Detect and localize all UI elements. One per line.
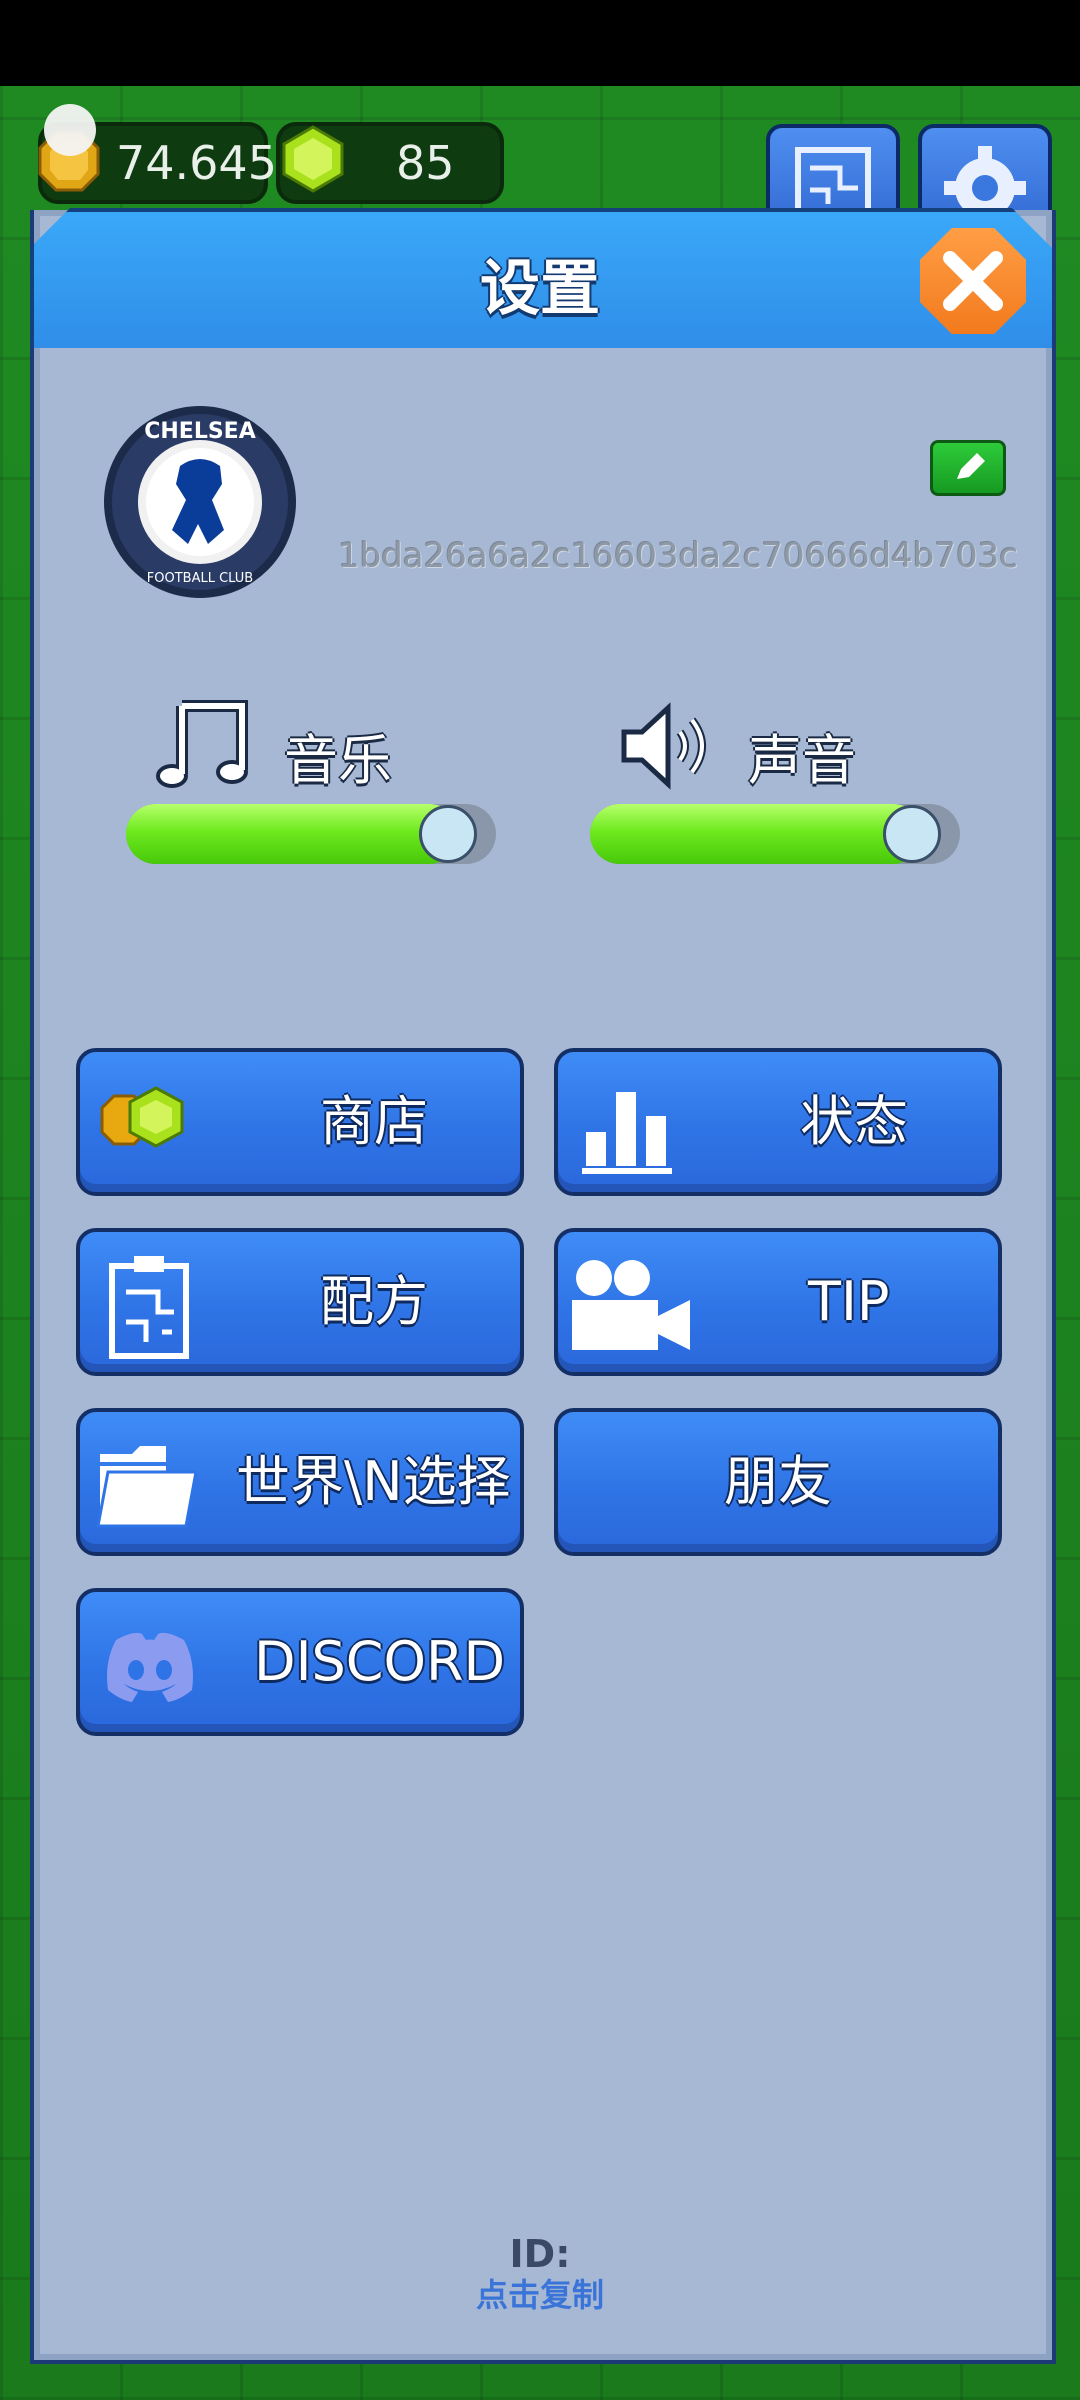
gem-amount: 85 [396, 136, 455, 190]
sound-slider-fill [590, 804, 923, 864]
status-bar [0, 0, 1080, 86]
world-select-button[interactable]: 世界\N选择 [76, 1408, 524, 1556]
gem-icon [282, 125, 344, 193]
discord-label: DISCORD [254, 1630, 506, 1693]
recipe-button[interactable]: 配方 [76, 1228, 524, 1376]
discord-button[interactable]: DISCORD [76, 1588, 524, 1736]
coin-amount: 74.645 [116, 136, 277, 190]
world-select-label: 世界\N选择 [236, 1450, 511, 1513]
recipe-label: 配方 [320, 1270, 428, 1333]
coins-gems-icon [100, 1086, 184, 1148]
avatar[interactable]: CHELSEA FOOTBALL CLUB [102, 404, 298, 600]
sound-slider[interactable] [590, 804, 960, 864]
pencil-icon [957, 453, 985, 479]
shop-label: 商店 [320, 1090, 428, 1153]
svg-text:CHELSEA: CHELSEA [144, 419, 256, 444]
sound-label: 声音 [748, 729, 856, 792]
touch-indicator [44, 104, 96, 156]
copy-id-link[interactable]: 点击复制 [0, 2270, 1080, 2316]
music-slider[interactable] [126, 804, 496, 864]
music-slider-knob[interactable] [419, 805, 477, 863]
stats-label: 状态 [800, 1090, 908, 1153]
friends-label: 朋友 [724, 1450, 832, 1513]
svg-text:FOOTBALL CLUB: FOOTBALL CLUB [147, 571, 253, 586]
music-note-icon [156, 700, 248, 788]
close-icon [943, 251, 1003, 311]
music-slider-fill [126, 804, 459, 864]
dialog-title: 设置 [480, 254, 600, 324]
edit-profile-button[interactable] [930, 440, 1006, 496]
shop-button[interactable]: 商店 [76, 1048, 524, 1196]
stats-button[interactable]: 状态 [554, 1048, 1002, 1196]
friends-button[interactable]: 朋友 [554, 1408, 1002, 1556]
video-camera-icon [572, 1260, 690, 1350]
discord-icon [107, 1632, 193, 1702]
sound-slider-knob[interactable] [883, 805, 941, 863]
tip-label: TIP [808, 1270, 890, 1333]
user-id-text[interactable]: 1bda26a6a2c16603da2c70666d4b703c [338, 536, 1018, 576]
bar-chart-icon [582, 1092, 672, 1174]
music-label: 音乐 [284, 729, 392, 792]
tip-button[interactable]: TIP [554, 1228, 1002, 1376]
speaker-icon [621, 702, 706, 790]
clipboard-circuit-icon [109, 1256, 189, 1359]
close-button[interactable] [920, 228, 1026, 334]
folder-icon [96, 1446, 198, 1528]
